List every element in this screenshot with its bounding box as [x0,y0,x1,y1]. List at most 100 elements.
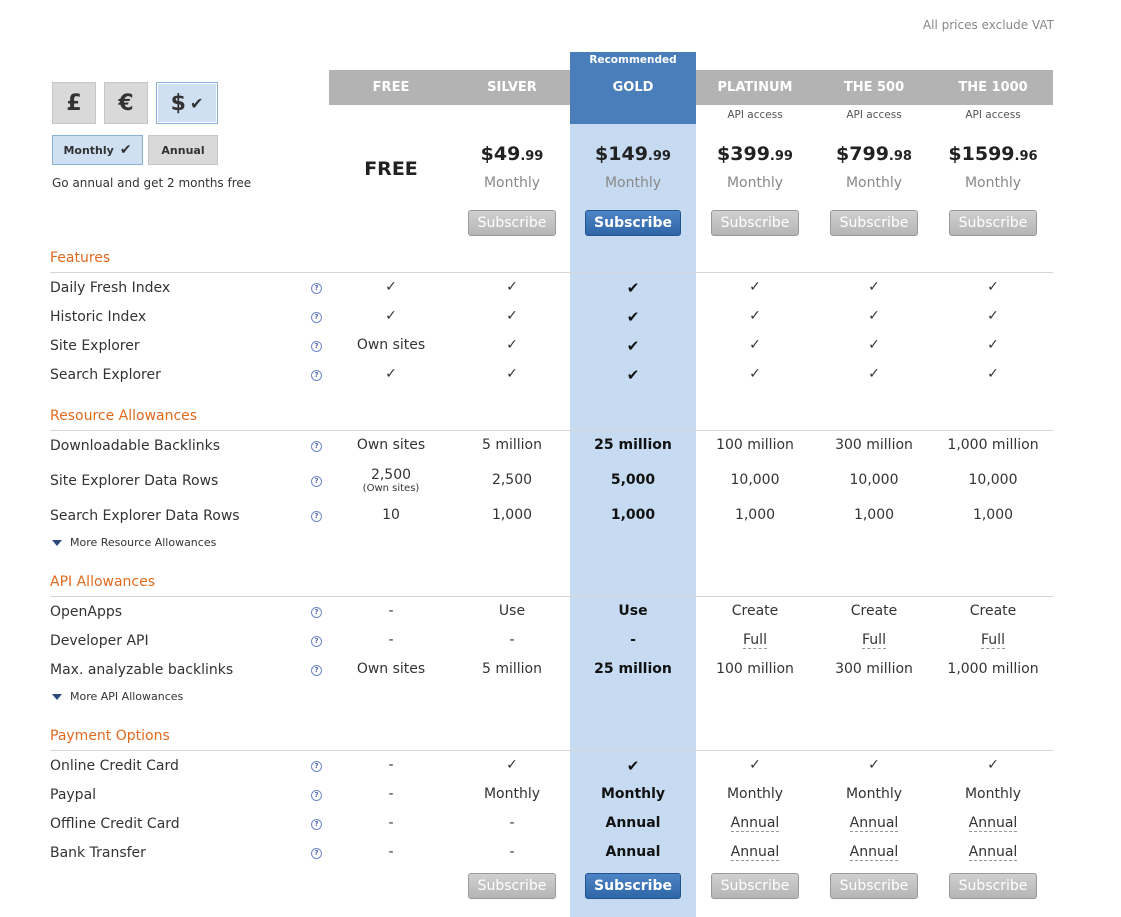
check-icon: ✓ [987,757,999,773]
api-access-label: API access [846,109,902,121]
subscribe-button[interactable]: Subscribe [830,210,918,236]
check-icon: ✔ [189,93,204,113]
check-icon: ✔ [626,308,640,326]
help-icon[interactable]: ? [311,441,322,452]
currency-gbp-button[interactable]: £ [52,82,96,124]
table-cell: Own sites [356,437,426,453]
table-cell: 10,000 [730,472,780,488]
section-title: Resource Allowances [50,408,198,424]
help-icon[interactable]: ? [311,341,322,352]
price-period: Monthly [483,175,541,191]
plan-name: THE 1000 [958,80,1028,95]
cell-value: Annual [849,815,899,832]
help-icon[interactable]: ? [311,283,322,294]
cell-value: Full [743,632,767,649]
plan-price: $49.99 [452,143,572,165]
more-link[interactable]: More Resource Allowances [52,536,216,549]
api-access-label: API access [727,109,783,121]
table-cell: 300 million [835,437,913,453]
row-label: Max. analyzable backlinks [50,662,234,678]
subscribe-button[interactable]: Subscribe [585,210,681,236]
check-icon: ✓ [385,308,397,324]
help-icon[interactable]: ? [311,665,322,676]
help-icon[interactable]: ? [311,511,322,522]
check-icon: ✓ [987,279,999,295]
table-cell: Create [850,603,898,619]
plan-name: FREE [372,80,410,95]
check-icon: ✓ [506,366,518,382]
table-cell: 2,500 (Own sites) [331,467,451,494]
annual-button[interactable]: Annual [148,135,218,165]
plan-price: $799.98 [814,143,934,165]
table-cell: - [388,632,394,648]
table-cell: 5,000 [610,472,656,488]
monthly-button[interactable]: Monthly ✔ [52,135,143,165]
check-icon: ✔ [626,279,640,297]
cell-value: Full [862,632,886,649]
check-icon: ✓ [868,757,880,773]
check-icon: ✔ [626,757,640,775]
subscribe-button-bottom[interactable]: Subscribe [949,873,1037,899]
price-cents: .99 [647,149,671,164]
subscribe-button-bottom[interactable]: Subscribe [585,873,681,899]
check-icon: ✓ [506,279,518,295]
table-cell: 100 million [716,437,794,453]
help-icon[interactable]: ? [311,761,322,772]
check-icon: ✓ [868,366,880,382]
currency-usd-button[interactable]: $ ✔ [156,82,218,124]
help-icon[interactable]: ? [311,312,322,323]
cell-value: Full [981,632,1005,649]
table-cell: 5 million [482,437,542,453]
subscribe-button[interactable]: Subscribe [711,210,799,236]
table-cell: Own sites [356,661,426,677]
row-label: Developer API [50,633,149,649]
help-icon[interactable]: ? [311,819,322,830]
table-cell: Annual [933,844,1053,861]
table-cell: - [388,603,394,619]
row-label: Site Explorer [50,338,140,354]
check-icon: ✓ [506,757,518,773]
subscribe-button[interactable]: Subscribe [468,210,556,236]
row-label: Historic Index [50,309,147,325]
help-icon[interactable]: ? [311,607,322,618]
check-icon: ✓ [987,308,999,324]
help-icon[interactable]: ? [311,636,322,647]
section-divider [50,596,1053,597]
subscribe-button-bottom[interactable]: Subscribe [711,873,799,899]
subscribe-button[interactable]: Subscribe [949,210,1037,236]
subscribe-button-bottom[interactable]: Subscribe [468,873,556,899]
check-icon: ✓ [868,308,880,324]
currency-eur-button[interactable]: € [104,82,148,124]
row-label: Paypal [50,787,97,803]
plan-name: GOLD [612,80,654,95]
check-icon: ✓ [385,366,397,382]
table-cell: 1,000 million [947,661,1039,677]
table-cell: Annual [695,844,815,861]
help-icon[interactable]: ? [311,848,322,859]
table-cell: - [630,632,636,648]
table-cell: - [509,815,515,831]
check-icon: ✓ [749,366,761,382]
table-cell: 300 million [835,661,913,677]
check-icon: ✓ [987,337,999,353]
section-title: Payment Options [50,728,170,744]
cell-value: 2,500 [370,467,412,483]
more-link[interactable]: More API Allowances [52,690,183,703]
table-cell: - [388,786,394,802]
table-cell: Create [969,603,1017,619]
table-cell: 1,000 [491,507,533,523]
row-label: Online Credit Card [50,758,179,774]
help-icon[interactable]: ? [311,370,322,381]
help-icon[interactable]: ? [311,790,322,801]
cell-value: Annual [730,844,780,861]
check-icon: ✔ [119,142,132,158]
table-cell: Monthly [845,786,903,802]
price-main: $1599 [948,143,1015,165]
row-label: Site Explorer Data Rows [50,473,219,489]
subscribe-button-bottom[interactable]: Subscribe [830,873,918,899]
section-divider [50,430,1053,431]
table-cell: Monthly [964,786,1022,802]
help-icon[interactable]: ? [311,476,322,487]
row-label: OpenApps [50,604,123,620]
price-cents: .96 [1014,149,1038,164]
